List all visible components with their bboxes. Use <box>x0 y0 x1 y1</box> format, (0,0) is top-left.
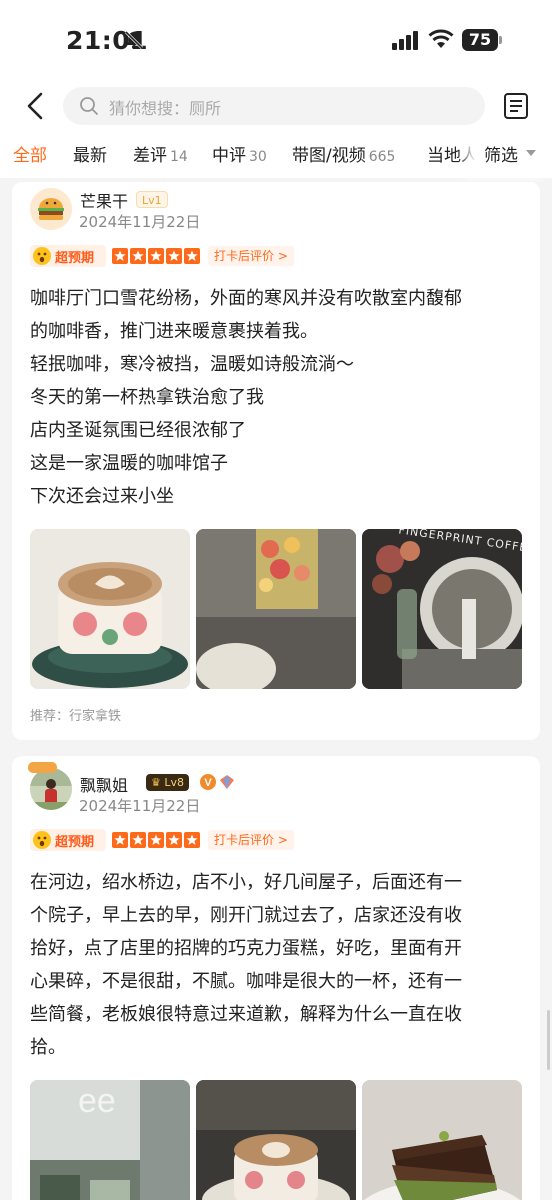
tab-neutral[interactable]: 中评 30 <box>212 141 267 166</box>
wifi-icon <box>428 29 454 48</box>
battery-level: 75 <box>462 29 498 51</box>
flower-painting-image <box>196 529 356 689</box>
review-photo[interactable] <box>362 1080 522 1200</box>
gem-badge-icon <box>220 775 234 789</box>
star-icon <box>184 832 200 848</box>
review-photo[interactable] <box>196 529 356 689</box>
battery-icon: 75 <box>462 29 502 51</box>
recommend-dishes[interactable]: 推荐：行家拿铁 <box>30 705 121 724</box>
chevron-down-icon <box>526 150 536 156</box>
review-photo[interactable]: FINGERPRINT COFFEE <box>362 529 522 689</box>
review-card[interactable]: 飘飘姐 ♛ Lv8 V 2024年11月22日 超预期 打卡后评价 > 在河边，… <box>12 756 540 1200</box>
tab-all[interactable]: 全部 <box>13 141 47 166</box>
tab-latest[interactable]: 最新 <box>73 141 107 166</box>
star-icon <box>112 832 128 848</box>
search-icon <box>80 97 98 115</box>
frame-ornament-icon <box>28 762 57 773</box>
star-icon <box>112 248 128 264</box>
review-photo[interactable]: ee <box>30 1080 190 1200</box>
star-icon <box>130 248 146 264</box>
emoji-surprised-icon <box>33 247 51 265</box>
star-icon <box>184 248 200 264</box>
review-photo[interactable] <box>30 529 190 689</box>
filter-button[interactable]: 筛选 <box>474 134 552 178</box>
filter-tabs: 全部 最新 差评 14 中评 30 带图/视频 665 当地人 筛选 <box>0 134 552 178</box>
search-placeholder: 猜你想搜：厕所 <box>109 99 222 118</box>
review-date: 2024年11月22日 <box>79 797 201 815</box>
review-card[interactable]: 芒果干 Lv1 2024年11月22日 超预期 打卡后评价 > 咖啡厅门口雪花纷… <box>12 182 540 740</box>
nav-bar: 猜你想搜：厕所 <box>0 80 552 134</box>
emoji-surprised-icon <box>33 831 51 849</box>
photo-sign-text: ee <box>78 1082 116 1120</box>
scrollbar[interactable] <box>547 1010 550 1070</box>
star-icon <box>130 832 146 848</box>
expectation-badge: 超预期 <box>30 245 106 267</box>
review-text[interactable]: 在河边，绍水桥边，店不小，好几间屋子，后面还有一 个院子，早上去的早，刚开门就过… <box>30 866 524 1064</box>
level-badge: ♛ Lv8 <box>146 774 190 791</box>
checkin-review-tag[interactable]: 打卡后评价 > <box>208 830 294 850</box>
status-bar: 21:01 75 <box>0 0 552 80</box>
latte-on-table-image <box>196 1080 356 1200</box>
star-icon <box>148 832 164 848</box>
expectation-badge: 超预期 <box>30 829 106 851</box>
cellular-signal-icon <box>392 31 418 50</box>
bell-muted-icon <box>124 30 144 50</box>
tab-locals[interactable]: 当地人 <box>427 141 478 166</box>
chocolate-cake-image <box>362 1080 522 1200</box>
review-date: 2024年11月22日 <box>79 213 201 231</box>
star-icon <box>148 248 164 264</box>
review-photo[interactable] <box>196 1080 356 1200</box>
user-photo-avatar <box>30 768 72 810</box>
username[interactable]: 芒果干 <box>80 188 128 212</box>
svg-text:V: V <box>204 777 212 789</box>
username[interactable]: 飘飘姐 <box>80 772 128 796</box>
burger-avatar-icon <box>30 188 72 230</box>
latte-cup-image <box>30 529 190 689</box>
review-text[interactable]: 咖啡厅门口雪花纷杨，外面的寒风并没有吹散室内馥郁 的咖啡香，推门进来暖意裹挟着我… <box>30 282 524 513</box>
level-badge: Lv1 <box>136 191 168 208</box>
tab-negative[interactable]: 差评 14 <box>133 141 188 166</box>
back-arrow-icon[interactable] <box>18 88 54 124</box>
list-menu-icon[interactable] <box>503 92 529 120</box>
star-rating <box>112 248 202 264</box>
avatar[interactable] <box>30 188 72 230</box>
verified-v-icon: V <box>200 774 216 790</box>
avatar[interactable] <box>30 768 72 810</box>
storefront-image <box>362 529 522 689</box>
checkin-review-tag[interactable]: 打卡后评价 > <box>208 246 294 266</box>
star-rating <box>112 832 202 848</box>
star-icon <box>166 832 182 848</box>
search-input[interactable]: 猜你想搜：厕所 <box>63 87 485 125</box>
tab-with-media[interactable]: 带图/视频 665 <box>292 141 395 166</box>
star-icon <box>166 248 182 264</box>
